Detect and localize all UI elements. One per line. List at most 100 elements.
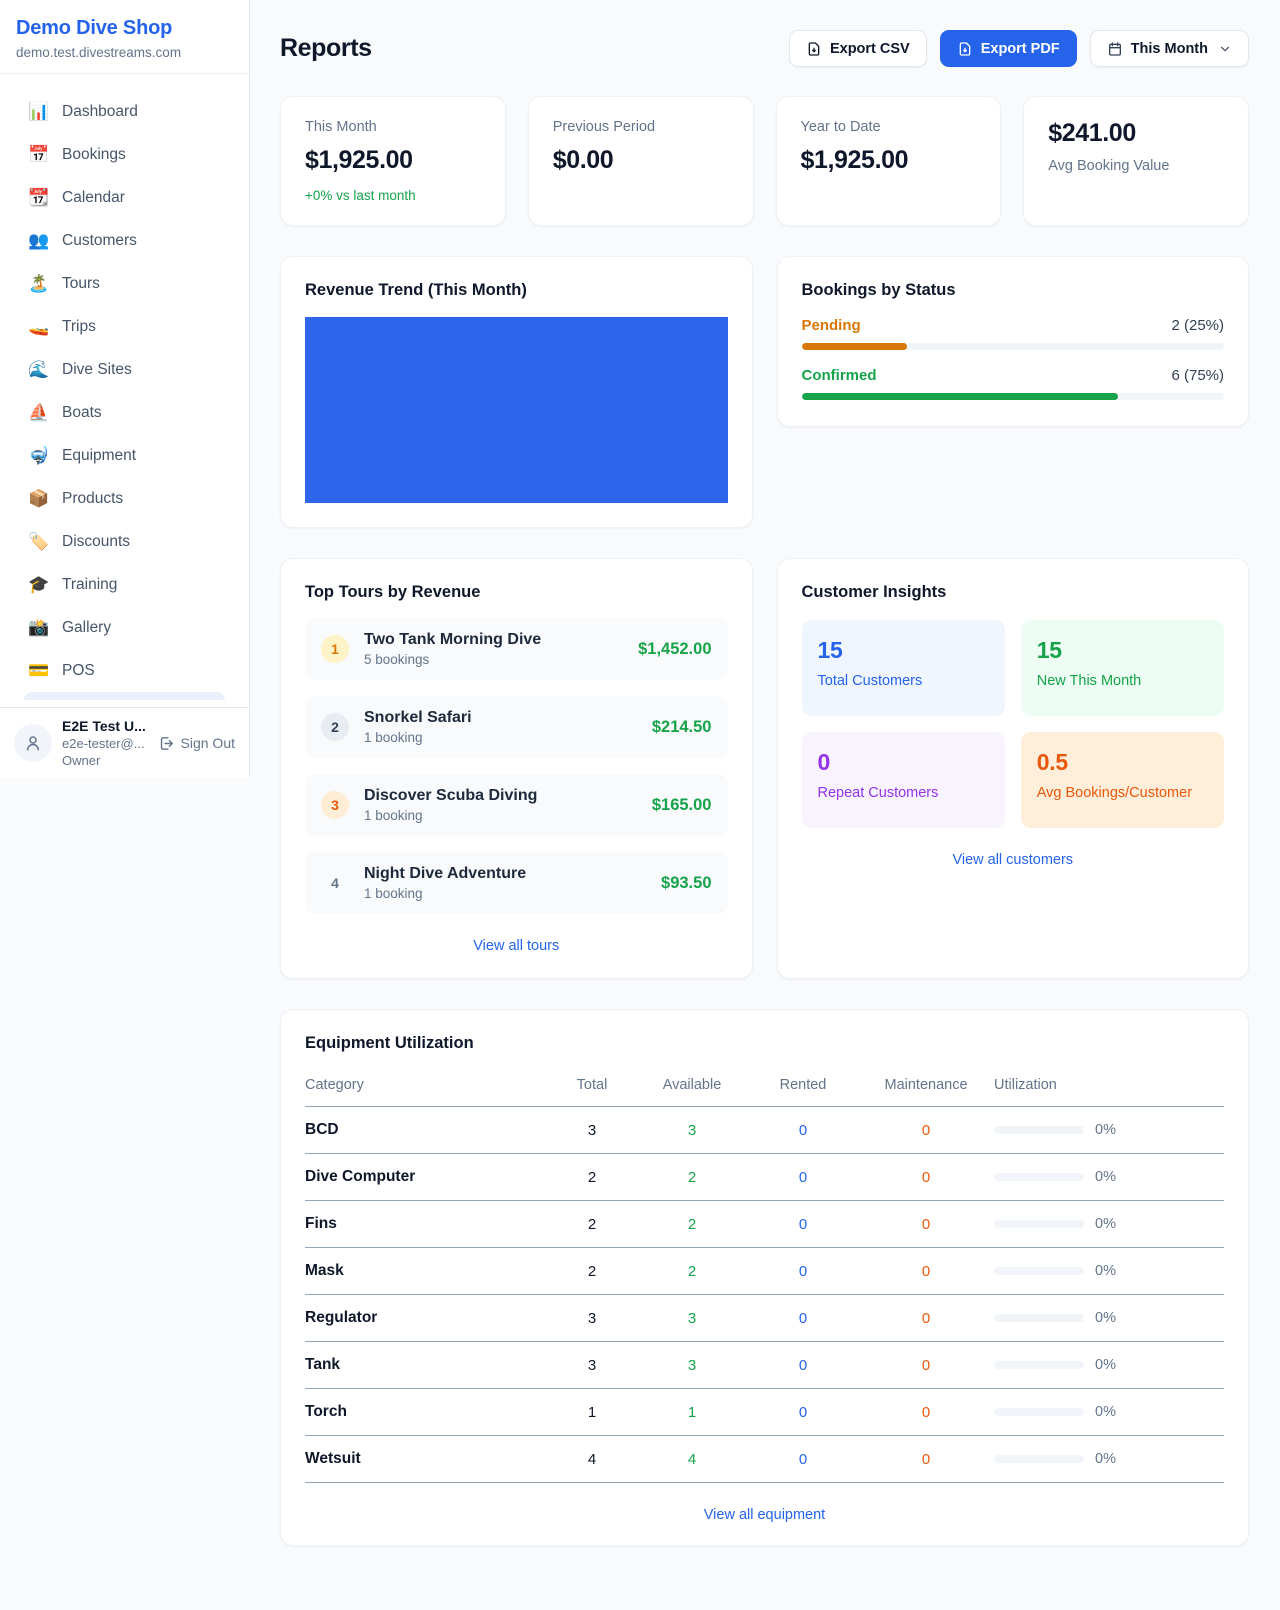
tour-revenue: $214.50 — [652, 718, 712, 737]
equipment-available: 2 — [636, 1169, 748, 1186]
tour-revenue: $93.50 — [661, 874, 711, 893]
header-actions: Export CSV Export PDF This Month — [789, 30, 1249, 67]
equipment-utilization-card: Equipment Utilization Category Total Ava… — [280, 1009, 1249, 1546]
revenue-trend-title: Revenue Trend (This Month) — [305, 281, 728, 300]
equipment-rented: 0 — [748, 1404, 858, 1421]
equipment-total: 2 — [548, 1263, 636, 1280]
bookings-icon: 📅 — [28, 145, 48, 165]
avatar — [14, 724, 52, 762]
equipment-category: Tank — [305, 1356, 548, 1374]
sign-out-button[interactable]: Sign Out — [158, 735, 235, 752]
equipment-total: 2 — [548, 1169, 636, 1186]
col-maintenance: Maintenance — [858, 1077, 994, 1093]
equipment-rented: 0 — [748, 1263, 858, 1280]
sidebar-item-discounts[interactable]: 🏷️ Discounts — [12, 520, 237, 563]
equipment-table-header: Category Total Available Rented Maintena… — [305, 1071, 1224, 1107]
customer-insights-card: Customer Insights 15 Total Customers 15 … — [777, 558, 1250, 979]
table-row: Wetsuit 4 4 0 0 0% — [305, 1436, 1224, 1483]
tour-row: 2 Snorkel Safari 1 booking $214.50 — [305, 696, 728, 758]
period-dropdown[interactable]: This Month — [1090, 30, 1249, 67]
stat-label: Year to Date — [801, 119, 977, 135]
sidebar-item-label: Trips — [62, 318, 96, 336]
sidebar-item-gallery[interactable]: 📸 Gallery — [12, 606, 237, 649]
table-row: Mask 2 2 0 0 0% — [305, 1248, 1224, 1295]
sidebar-item-bookings[interactable]: 📅 Bookings — [12, 133, 237, 176]
export-csv-label: Export CSV — [830, 41, 910, 57]
utilization-bar — [994, 1455, 1084, 1463]
sidebar-item-training[interactable]: 🎓 Training — [12, 563, 237, 606]
status-count: 2 (25%) — [1171, 317, 1224, 334]
sidebar-item-products[interactable]: 📦 Products — [12, 477, 237, 520]
tour-bookings-count: 1 booking — [364, 808, 637, 823]
equipment-maintenance: 0 — [858, 1169, 994, 1186]
sidebar-item-customers[interactable]: 👥 Customers — [12, 219, 237, 262]
view-all-tours-link[interactable]: View all tours — [305, 938, 728, 954]
pos-icon: 💳 — [28, 661, 48, 681]
products-icon: 📦 — [28, 489, 48, 509]
equipment-rented: 0 — [748, 1310, 858, 1327]
equipment-category: Dive Computer — [305, 1168, 548, 1186]
stat-card-year-to-date: Year to Date $1,925.00 — [776, 96, 1002, 226]
user-footer: E2E Test U... e2e-tester@... Owner Sign … — [0, 707, 249, 778]
equipment-rented: 0 — [748, 1357, 858, 1374]
equipment-category: BCD — [305, 1121, 548, 1139]
charts-row: Revenue Trend (This Month) Bookings by S… — [280, 256, 1249, 528]
sidebar-item-label: Gallery — [62, 619, 111, 637]
equipment-maintenance: 0 — [858, 1263, 994, 1280]
equipment-total: 2 — [548, 1216, 636, 1233]
utilization-percent: 0% — [1095, 1357, 1116, 1373]
col-utilization: Utilization — [994, 1077, 1224, 1093]
customers-icon: 👥 — [28, 231, 48, 251]
status-progress-fill — [802, 393, 1119, 400]
sidebar-item-trips[interactable]: 🚤 Trips — [12, 305, 237, 348]
insight-label: Total Customers — [818, 673, 989, 689]
boats-icon: ⛵ — [28, 403, 48, 423]
tour-row: 1 Two Tank Morning Dive 5 bookings $1,45… — [305, 618, 728, 680]
insight-tile: 0 Repeat Customers — [802, 732, 1005, 828]
sidebar-item-calendar[interactable]: 📆 Calendar — [12, 176, 237, 219]
equipment-category: Regulator — [305, 1309, 548, 1327]
sidebar-item-label: Boats — [62, 404, 102, 422]
equipment-utilization-title: Equipment Utilization — [305, 1034, 1224, 1053]
view-all-equipment-link[interactable]: View all equipment — [305, 1507, 1224, 1523]
sidebar-item-equipment[interactable]: 🤿 Equipment — [12, 434, 237, 477]
utilization-percent: 0% — [1095, 1169, 1116, 1185]
page-title: Reports — [280, 34, 372, 63]
sidebar-item-label: Bookings — [62, 146, 126, 164]
table-row: Regulator 3 3 0 0 0% — [305, 1295, 1224, 1342]
user-info: E2E Test U... e2e-tester@... Owner — [62, 718, 148, 768]
insight-tile: 0.5 Avg Bookings/Customer — [1021, 732, 1224, 828]
export-pdf-button[interactable]: Export PDF — [940, 30, 1077, 67]
tour-row: 3 Discover Scuba Diving 1 booking $165.0… — [305, 774, 728, 836]
view-all-customers-link[interactable]: View all customers — [802, 852, 1225, 868]
stat-card-avg-booking-value: $241.00 Avg Booking Value — [1023, 96, 1249, 226]
sidebar-item-reports-partial[interactable] — [24, 692, 225, 700]
utilization-bar — [994, 1126, 1084, 1134]
equipment-available: 2 — [636, 1216, 748, 1233]
sidebar-item-boats[interactable]: ⛵ Boats — [12, 391, 237, 434]
bookings-by-status-card: Bookings by Status Pending 2 (25%) Confi… — [777, 256, 1250, 427]
customer-insights-title: Customer Insights — [802, 583, 1225, 602]
equipment-category: Fins — [305, 1215, 548, 1233]
chevron-down-icon — [1218, 42, 1232, 56]
sidebar-item-label: Discounts — [62, 533, 130, 551]
sidebar-nav: 📊 Dashboard 📅 Bookings 📆 Calendar 👥 Cust… — [0, 74, 249, 700]
sidebar-item-tours[interactable]: 🏝️ Tours — [12, 262, 237, 305]
sidebar-item-dashboard[interactable]: 📊 Dashboard — [12, 90, 237, 133]
page-header: Reports Export CSV Export PDF This Month — [280, 30, 1249, 67]
stat-value: $241.00 — [1048, 119, 1224, 148]
insights-grid: 15 Total Customers 15 New This Month 0 R… — [802, 620, 1225, 828]
utilization-percent: 0% — [1095, 1404, 1116, 1420]
sidebar-item-dive-sites[interactable]: 🌊 Dive Sites — [12, 348, 237, 391]
equipment-total: 3 — [548, 1122, 636, 1139]
col-rented: Rented — [748, 1077, 858, 1093]
sidebar-item-pos[interactable]: 💳 POS — [12, 649, 237, 692]
utilization-bar — [994, 1267, 1084, 1275]
export-csv-button[interactable]: Export CSV — [789, 30, 927, 67]
status-label: Confirmed — [802, 367, 877, 384]
equipment-maintenance: 0 — [858, 1404, 994, 1421]
tour-name: Two Tank Morning Dive — [364, 631, 623, 649]
status-progress-track — [802, 343, 1225, 350]
insight-label: Repeat Customers — [818, 785, 989, 801]
insight-tile: 15 New This Month — [1021, 620, 1224, 716]
